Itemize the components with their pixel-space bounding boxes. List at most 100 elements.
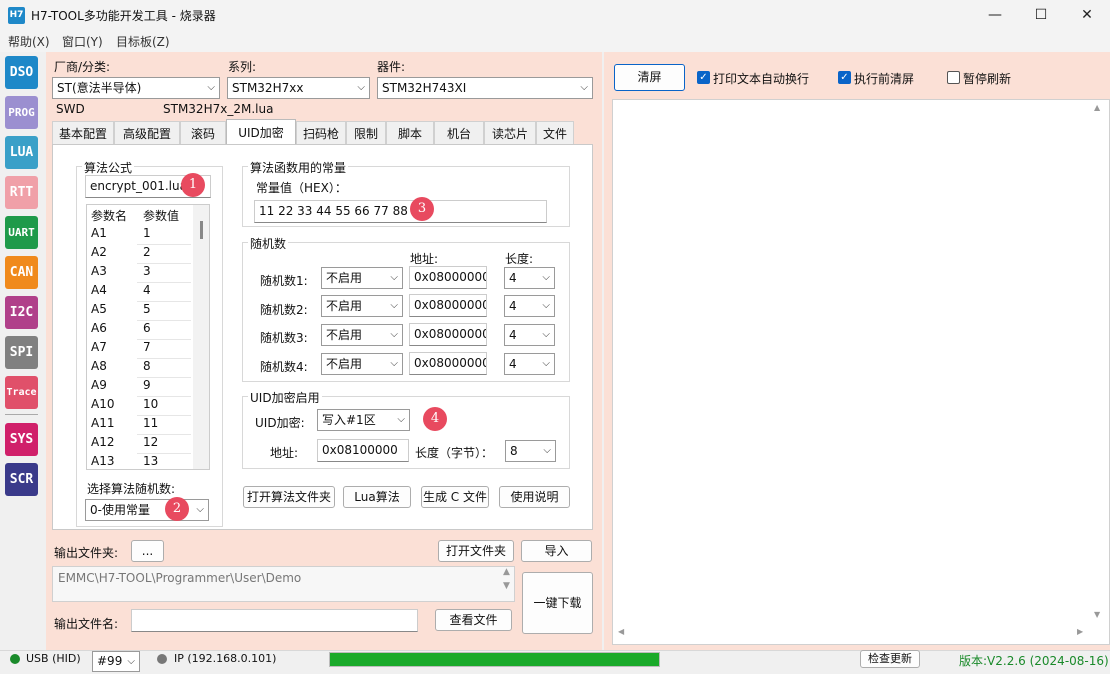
random-row-1-len[interactable]: 4 ⌵ <box>504 267 555 289</box>
clear-screen-button[interactable]: 清屏 <box>614 64 685 91</box>
close-button[interactable]: ✕ <box>1064 0 1110 30</box>
table-row[interactable]: A13 13 <box>87 454 193 469</box>
table-row[interactable]: A2 2 <box>87 245 193 264</box>
table-row[interactable]: A5 5 <box>87 302 193 321</box>
series-select[interactable]: STM32H7xx ⌵ <box>227 77 370 99</box>
random-row-2-addr[interactable]: 0x08000000 <box>409 294 487 317</box>
table-row[interactable]: A12 12 <box>87 435 193 454</box>
scroll-down-icon[interactable]: ▼ <box>1094 610 1100 619</box>
tab-advanced-config[interactable]: 高级配置 <box>114 121 180 145</box>
help-button[interactable]: 使用说明 <box>499 486 570 508</box>
table-row[interactable]: A1 1 <box>87 226 193 245</box>
menu-target-board[interactable]: 目标板(Z) <box>116 33 170 50</box>
table-row[interactable]: A4 4 <box>87 283 193 302</box>
sidebar-lua-button[interactable]: LUA <box>5 136 38 169</box>
output-path-field[interactable]: EMMC\H7-TOOL\Programmer\User\Demo <box>52 566 515 602</box>
table-row[interactable]: A3 3 <box>87 264 193 283</box>
param-value[interactable]: 11 <box>143 416 158 430</box>
random-row-3-mode[interactable]: 不启用 ⌵ <box>321 324 403 346</box>
sidebar-spi-button[interactable]: SPI <box>5 336 38 369</box>
output-path-scrollbar[interactable]: ▲ ▼ <box>499 567 514 601</box>
vendor-select[interactable]: ST(意法半导体) ⌵ <box>52 77 220 99</box>
table-row[interactable]: A10 10 <box>87 397 193 416</box>
browse-folder-button[interactable]: ... <box>131 540 164 562</box>
sidebar-dso-button[interactable]: DSO <box>5 56 38 89</box>
param-value[interactable]: 1 <box>143 226 151 240</box>
param-value[interactable]: 13 <box>143 454 158 468</box>
menu-help[interactable]: 帮助(X) <box>8 33 50 50</box>
param-value[interactable]: 2 <box>143 245 151 259</box>
scroll-up-icon[interactable]: ▲ <box>1094 103 1100 112</box>
scroll-up-icon[interactable]: ▲ <box>499 567 514 577</box>
uid-addr-field[interactable]: 0x08100000 <box>317 439 409 462</box>
clear-before-checkbox[interactable]: ✓ <box>838 71 851 84</box>
sidebar-can-button[interactable]: CAN <box>5 256 38 289</box>
param-value[interactable]: 8 <box>143 359 151 373</box>
wrap-checkbox[interactable]: ✓ <box>697 71 710 84</box>
random-row-4-len[interactable]: 4 ⌵ <box>504 353 555 375</box>
param-value[interactable]: 12 <box>143 435 158 449</box>
generate-c-button[interactable]: 生成 C 文件 <box>421 486 489 508</box>
param-value[interactable]: 10 <box>143 397 158 411</box>
tab-rolling-code[interactable]: 滚码 <box>180 121 226 145</box>
random-row-3-len[interactable]: 4 ⌵ <box>504 324 555 346</box>
tab-file[interactable]: 文件 <box>536 121 574 145</box>
tab-uid-encryption[interactable]: UID加密 <box>226 119 296 145</box>
param-table-scrollbar[interactable] <box>193 205 209 469</box>
lua-algo-button[interactable]: Lua算法 <box>343 486 411 508</box>
open-algo-folder-button[interactable]: 打开算法文件夹 <box>243 486 335 508</box>
output-name-field[interactable] <box>131 609 418 632</box>
random-row-4-mode[interactable]: 不启用 ⌵ <box>321 353 403 375</box>
hex-constant-field[interactable]: 11 22 33 44 55 66 77 88 <box>254 200 547 223</box>
random-row-3-addr[interactable]: 0x08000000 <box>409 323 487 346</box>
sidebar-i2c-button[interactable]: I2C <box>5 296 38 329</box>
check-update-button[interactable]: 检查更新 <box>860 650 920 668</box>
param-value[interactable]: 3 <box>143 264 151 278</box>
scroll-left-icon[interactable]: ◀ <box>618 627 624 636</box>
random-select[interactable]: 0-使用常量 ⌵ <box>85 499 209 521</box>
view-file-button[interactable]: 查看文件 <box>435 609 512 631</box>
random-row-1-mode[interactable]: 不启用 ⌵ <box>321 267 403 289</box>
param-value[interactable]: 5 <box>143 302 151 316</box>
port-select[interactable]: #99 ⌵ <box>92 651 140 672</box>
sidebar-sys-button[interactable]: SYS <box>5 423 38 456</box>
random-row-1-addr[interactable]: 0x08000000 <box>409 266 487 289</box>
table-row[interactable]: A8 8 <box>87 359 193 378</box>
random-row-4-addr[interactable]: 0x08000000 <box>409 352 487 375</box>
tab-limits[interactable]: 限制 <box>346 121 386 145</box>
maximize-button[interactable]: ☐ <box>1018 0 1064 30</box>
pause-checkbox[interactable] <box>947 71 960 84</box>
menu-window[interactable]: 窗口(Y) <box>62 33 103 50</box>
tab-script[interactable]: 脚本 <box>386 121 434 145</box>
sidebar-uart-button[interactable]: UART <box>5 216 38 249</box>
random-row-2-mode[interactable]: 不启用 ⌵ <box>321 295 403 317</box>
sidebar-scr-button[interactable]: SCR <box>5 463 38 496</box>
table-row[interactable]: A11 11 <box>87 416 193 435</box>
tab-basic-config[interactable]: 基本配置 <box>52 121 114 145</box>
import-button[interactable]: 导入 <box>521 540 592 562</box>
one-click-download-button[interactable]: 一键下载 <box>522 572 593 634</box>
sidebar-prog-button[interactable]: PROG <box>5 96 38 129</box>
minimize-button[interactable]: — <box>972 0 1018 30</box>
sidebar-rtt-button[interactable]: RTT <box>5 176 38 209</box>
param-value[interactable]: 6 <box>143 321 151 335</box>
random-row-2-len[interactable]: 4 ⌵ <box>504 295 555 317</box>
tab-machine[interactable]: 机台 <box>434 121 484 145</box>
tab-scanner[interactable]: 扫码枪 <box>296 121 346 145</box>
open-folder-button[interactable]: 打开文件夹 <box>438 540 514 562</box>
param-value[interactable]: 4 <box>143 283 151 297</box>
scroll-down-icon[interactable]: ▼ <box>499 581 514 591</box>
table-row[interactable]: A6 6 <box>87 321 193 340</box>
uid-len-select[interactable]: 8 ⌵ <box>505 440 556 462</box>
table-row[interactable]: A7 7 <box>87 340 193 359</box>
tab-read-chip[interactable]: 读芯片 <box>484 121 536 145</box>
uid-enc-select[interactable]: 写入#1区 ⌵ <box>317 409 410 431</box>
log-output[interactable] <box>612 99 1110 645</box>
table-row[interactable]: A9 9 <box>87 378 193 397</box>
scrollbar-thumb[interactable] <box>200 221 203 239</box>
device-select[interactable]: STM32H743XI ⌵ <box>377 77 593 99</box>
param-value[interactable]: 9 <box>143 378 151 392</box>
scroll-right-icon[interactable]: ▶ <box>1077 627 1083 636</box>
sidebar-trace-button[interactable]: Trace <box>5 376 38 409</box>
param-value[interactable]: 7 <box>143 340 151 354</box>
